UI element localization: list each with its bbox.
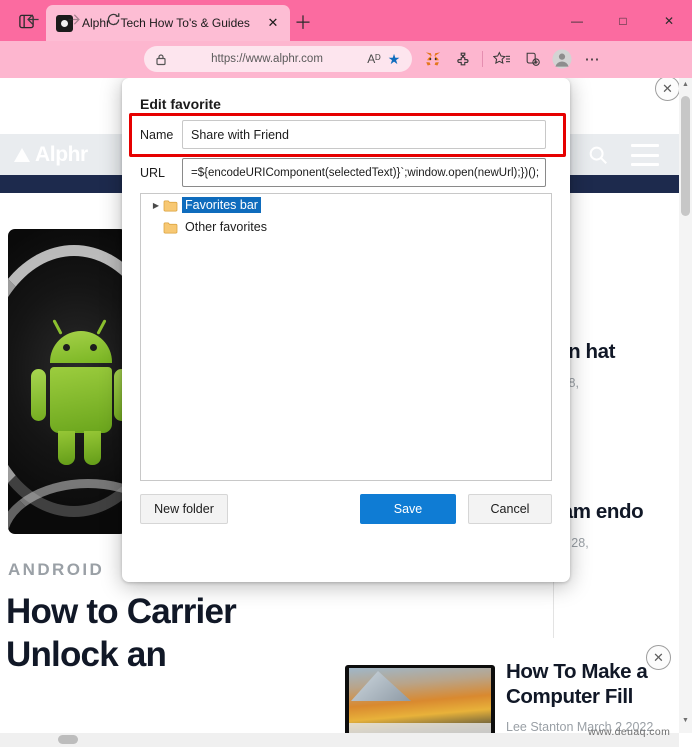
favorites-folder-tree[interactable]: ▶ Favorites bar Other favorites xyxy=(140,193,552,481)
chevron-right-icon[interactable]: ▶ xyxy=(149,201,163,210)
forward-button[interactable] xyxy=(62,8,84,30)
name-input[interactable]: Share with Friend xyxy=(182,120,546,149)
url-input[interactable]: =${encodeURIComponent(selectedText)}`;wi… xyxy=(182,158,546,187)
metamask-extension-icon[interactable] xyxy=(418,48,448,70)
save-button[interactable]: Save xyxy=(360,494,456,524)
android-robot-glyph xyxy=(30,317,127,467)
alphr-logo-mark-icon xyxy=(14,147,30,162)
tree-item-other-favorites[interactable]: Other favorites xyxy=(141,216,551,238)
lock-icon xyxy=(152,53,170,66)
android-robot-image xyxy=(8,229,127,534)
favorite-star-icon[interactable]: ★ xyxy=(384,51,404,68)
window-controls: — □ ✕ xyxy=(554,0,692,41)
reload-button[interactable] xyxy=(102,8,124,30)
maximize-button[interactable]: □ xyxy=(600,0,646,41)
window-close-button[interactable]: ✕ xyxy=(646,0,692,41)
scroll-down-arrow-icon[interactable]: ▼ xyxy=(679,714,692,727)
url-label: URL xyxy=(140,165,166,180)
settings-and-more-icon[interactable]: ⋯ xyxy=(577,48,607,70)
horizontal-scrollbar[interactable] xyxy=(0,733,679,747)
read-aloud-icon[interactable]: Aᴰ xyxy=(364,52,384,66)
hero-article-title[interactable]: How to Carrier Unlock an xyxy=(6,590,336,676)
toolbar-icons: ⋯ xyxy=(418,48,607,70)
browser-window: Alphr ANDROID How to Carrier Unlock an h… xyxy=(0,0,692,747)
dialog-button-row: New folder Save Cancel xyxy=(140,494,552,524)
watermark-text: www.deuaq.com xyxy=(588,726,671,738)
hamburger-menu-icon[interactable] xyxy=(631,144,659,166)
minimize-button[interactable]: — xyxy=(554,0,600,41)
horizontal-scrollbar-thumb[interactable] xyxy=(58,735,78,744)
name-row: Name Share with Friend xyxy=(140,120,546,149)
site-logo-text: Alphr xyxy=(35,142,88,166)
extensions-puzzle-icon[interactable] xyxy=(448,48,478,70)
url-row: URL =${encodeURIComponent(selectedText)}… xyxy=(140,158,546,187)
new-folder-button[interactable]: New folder xyxy=(140,494,228,524)
collections-icon[interactable] xyxy=(517,48,547,70)
cancel-button[interactable]: Cancel xyxy=(468,494,552,524)
scroll-up-arrow-icon[interactable]: ▲ xyxy=(679,78,692,91)
folder-icon xyxy=(163,199,182,212)
tree-item-label[interactable]: Other favorites xyxy=(182,219,270,235)
tree-item-label[interactable]: Favorites bar xyxy=(182,197,261,213)
toolbar-divider xyxy=(482,51,483,67)
back-button[interactable] xyxy=(22,8,44,30)
site-search-icon[interactable] xyxy=(583,140,613,170)
dialog-title: Edit favorite xyxy=(140,96,221,112)
address-bar[interactable]: https://www.alphr.com Aᴰ ★ xyxy=(144,46,412,72)
article-list-item[interactable]: How To Make a Computer Fill Lee Stanton … xyxy=(506,660,678,736)
close-ad-icon[interactable]: ✕ xyxy=(646,645,671,670)
vertical-scrollbar-thumb[interactable] xyxy=(681,96,690,216)
tab-close-icon[interactable]: ✕ xyxy=(262,12,284,34)
name-label: Name xyxy=(140,127,174,142)
url-text[interactable]: https://www.alphr.com xyxy=(170,53,364,65)
tree-item-favorites-bar[interactable]: ▶ Favorites bar xyxy=(141,194,551,216)
edit-favorite-dialog: Edit favorite Name Share with Friend URL… xyxy=(122,78,570,582)
article-category[interactable]: ANDROID xyxy=(8,560,104,580)
favorites-icon[interactable] xyxy=(487,48,517,70)
close-overlay-icon[interactable]: ✕ xyxy=(655,76,680,101)
folder-icon xyxy=(163,221,182,234)
site-logo[interactable]: Alphr xyxy=(14,143,88,167)
profile-avatar-icon[interactable] xyxy=(547,48,577,70)
new-tab-button[interactable]: ＋ xyxy=(292,11,314,33)
